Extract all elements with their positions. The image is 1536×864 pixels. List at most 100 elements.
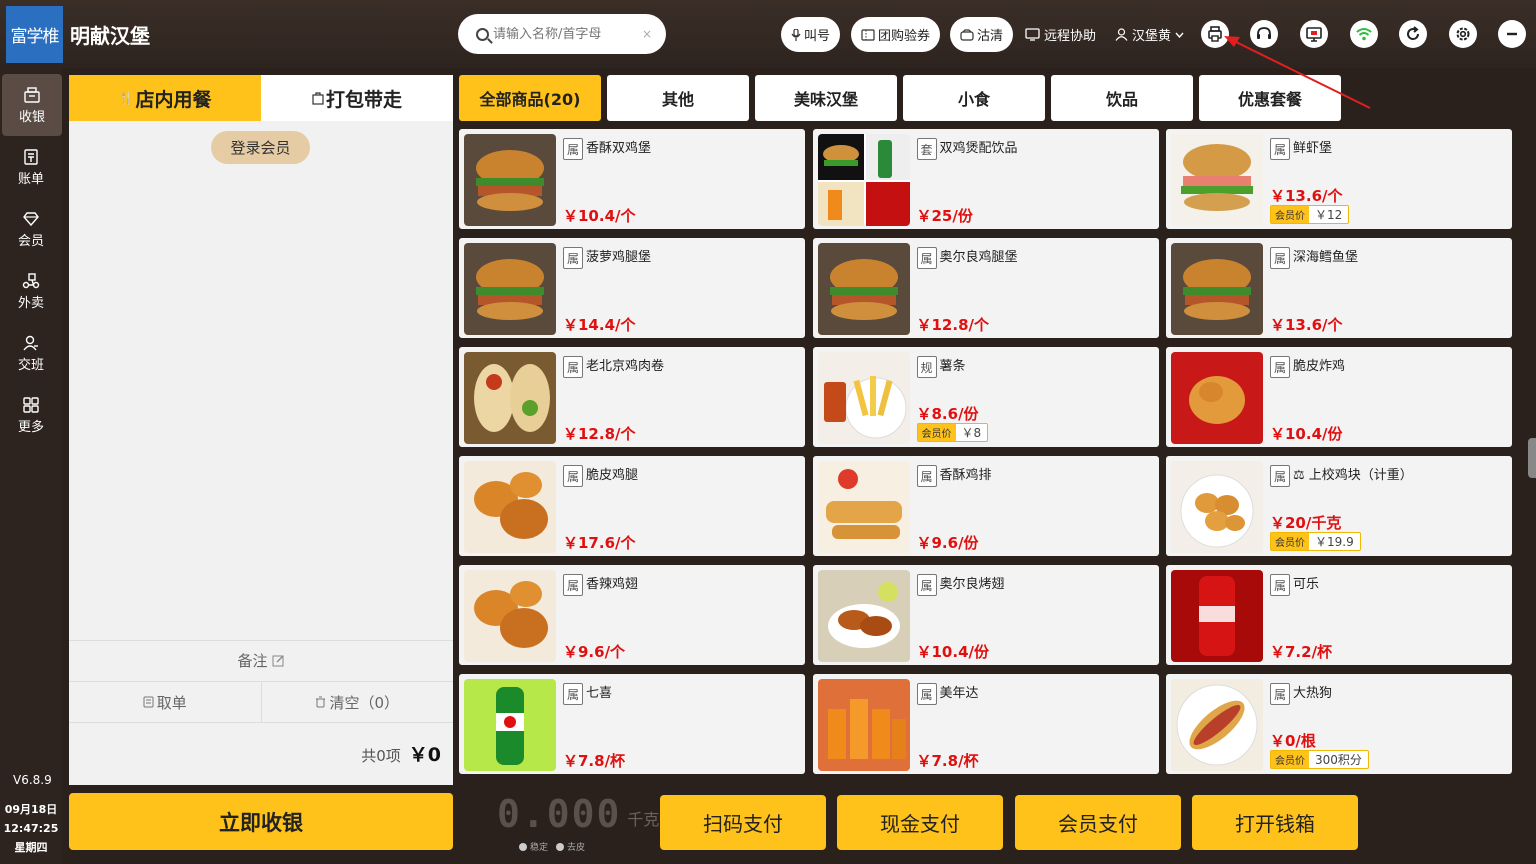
chevron-down-icon — [1175, 32, 1184, 38]
tab-dine-in-label: 店内用餐 — [135, 88, 212, 111]
customer-display-button[interactable] — [1300, 20, 1328, 48]
product-name: 老北京鸡肉卷 — [586, 359, 665, 374]
product-image — [1171, 134, 1263, 226]
user-menu[interactable]: 汉堡黄 — [1115, 25, 1184, 44]
network-status[interactable] — [1350, 20, 1378, 48]
support-button[interactable] — [1250, 20, 1278, 48]
product-card[interactable]: 属奥尔良鸡腿堡 ￥12.8/个 — [812, 238, 1159, 338]
product-card[interactable]: 属香辣鸡翅 ￥9.6/个 — [459, 565, 805, 665]
clear-stock-label: 沽清 — [977, 29, 1004, 44]
product-card[interactable]: 属可乐 ￥7.2/杯 — [1166, 565, 1512, 665]
login-member-button[interactable]: 登录会员 — [211, 131, 310, 164]
product-price: ￥12.8/个 — [563, 425, 636, 443]
product-price: ￥7.8/杯 — [916, 752, 979, 770]
member-price-badge: 会员价 ￥8 — [916, 423, 989, 442]
scale-tare-label: 去皮 — [567, 843, 586, 853]
product-price: ￥17.6/个 — [563, 534, 636, 552]
scale-unit: 千克 — [627, 810, 660, 829]
product-name: 香辣鸡翅 — [586, 577, 639, 592]
product-card[interactable]: 属深海鳕鱼堡 ￥13.6/个 — [1166, 238, 1512, 338]
settings-button[interactable] — [1449, 20, 1477, 48]
sidebar-item-label: 外卖 — [17, 295, 44, 311]
product-card[interactable]: 规薯条 ￥8.6/份 会员价 ￥8 — [812, 347, 1159, 447]
minimize-button[interactable] — [1498, 20, 1526, 48]
tab-burgers[interactable]: 美味汉堡 — [755, 75, 897, 121]
product-attribute-badge: 属 — [563, 574, 583, 596]
product-card[interactable]: 属鲜虾堡 ￥13.6/个 会员价 ￥12 — [1166, 129, 1512, 229]
trash-icon — [316, 696, 326, 708]
product-card[interactable]: 属大热狗 ￥0/根 会员价 300积分 — [1166, 674, 1512, 774]
tab-all-products[interactable]: 全部商品(20) — [459, 75, 601, 121]
tab-dine-in[interactable]: 🍴 店内用餐 — [69, 75, 261, 121]
printer-button[interactable] — [1201, 20, 1229, 48]
scale-weight: 0.000 — [497, 792, 622, 836]
scale-status: 稳定 去皮 — [519, 840, 585, 853]
refresh-icon — [1407, 26, 1420, 40]
remark-button[interactable]: 备注 — [69, 640, 453, 680]
product-price: ￥7.8/杯 — [563, 752, 626, 770]
refresh-button[interactable] — [1399, 20, 1427, 48]
remote-help-button[interactable]: 远程协助 — [1025, 25, 1096, 44]
product-attribute-badge: 套 — [916, 138, 937, 160]
product-attribute-badge: 属 — [563, 138, 583, 160]
sidebar-item-shift[interactable]: 交班 — [0, 322, 62, 384]
bill-icon — [24, 148, 38, 165]
tab-takeaway[interactable]: 打包带走 — [261, 75, 453, 121]
sidebar-item-more[interactable]: 更多 — [0, 384, 62, 446]
search-input[interactable] — [493, 26, 633, 42]
product-card[interactable]: 属香酥鸡排 ￥9.6/份 — [812, 456, 1159, 556]
voucher-icon — [861, 28, 875, 41]
take-order-button[interactable]: 取单 — [69, 682, 261, 722]
group-voucher-button[interactable]: 团购验券 — [851, 17, 941, 52]
clock-time: 12:47:25 — [3, 822, 59, 835]
open-cash-drawer-button[interactable]: 打开钱箱 — [1192, 795, 1358, 850]
product-card[interactable]: 属香酥双鸡堡 ￥10.4/个 — [459, 129, 805, 229]
order-type-tabs: 🍴 店内用餐 打包带走 — [69, 75, 453, 121]
product-attribute-badge: 属 — [563, 247, 583, 269]
tab-other[interactable]: 其他 — [607, 75, 749, 121]
product-attribute-badge: 属 — [563, 356, 583, 378]
product-image — [817, 679, 910, 771]
sidebar-item-members[interactable]: 会员 — [0, 198, 62, 260]
product-card[interactable]: 属老北京鸡肉卷 ￥12.8/个 — [459, 347, 805, 447]
scan-pay-button[interactable]: 扫码支付 — [660, 795, 826, 850]
product-card[interactable]: 属七喜 ￥7.8/杯 — [459, 674, 805, 774]
clear-stock-button[interactable]: 沽清 — [950, 17, 1014, 52]
scale-stable-label: 稳定 — [530, 843, 549, 853]
tab-snacks[interactable]: 小食 — [903, 75, 1045, 121]
product-image — [1171, 570, 1263, 662]
member-pay-button[interactable]: 会员支付 — [1015, 795, 1181, 850]
product-price: ￥13.6/个 — [1270, 187, 1343, 205]
sidebar-item-delivery[interactable]: 外卖 — [0, 260, 62, 322]
scale-stable-indicator: 稳定 — [519, 840, 548, 853]
tab-drinks[interactable]: 饮品 — [1051, 75, 1193, 121]
checkout-button[interactable]: 立即收银 — [69, 793, 453, 850]
product-image — [464, 679, 556, 771]
product-card[interactable]: 套双鸡煲配饮品 ￥25/份 — [812, 129, 1159, 229]
product-card[interactable]: 属脆皮鸡腿 ￥17.6/个 — [459, 456, 805, 556]
clear-search-icon[interactable]: × — [642, 27, 652, 41]
product-price: ￥10.4/份 — [1270, 425, 1343, 443]
clear-cart-button[interactable]: 清空（0） — [260, 682, 454, 722]
side-drawer-handle[interactable] — [1528, 438, 1536, 478]
sidebar-item-cashier[interactable]: 收银 — [2, 74, 62, 136]
product-card[interactable]: 属美年达 ￥7.8/杯 — [812, 674, 1159, 774]
product-card[interactable]: 属菠萝鸡腿堡 ￥14.4/个 — [459, 238, 805, 338]
product-card[interactable]: 属奥尔良烤翅 ￥10.4/份 — [812, 565, 1159, 665]
sidebar-item-bills[interactable]: 账单 — [0, 136, 62, 198]
member-price-badge: 会员价 ￥12 — [1270, 205, 1350, 224]
product-card[interactable]: 属脆皮炸鸡 ￥10.4/份 — [1166, 347, 1512, 447]
product-attribute-badge: 属 — [1270, 247, 1290, 269]
tab-combos[interactable]: 优惠套餐 — [1199, 75, 1341, 121]
call-number-button[interactable]: 叫号 — [781, 17, 841, 52]
dine-in-icon: 🍴 — [118, 91, 134, 105]
product-price: ￥12.8/个 — [916, 316, 990, 334]
product-card[interactable]: 属 ⚖ 上校鸡块（计重） ￥20/千克 会员价 ￥19.9 — [1166, 456, 1512, 556]
sidebar: 收银 账单 会员 外卖 交班 更多 — [0, 68, 62, 864]
search-box[interactable]: × — [458, 14, 666, 54]
member-price-label: 会员价 — [1271, 206, 1309, 223]
product-attribute-badge: 属 — [1270, 356, 1290, 378]
cash-pay-button[interactable]: 现金支付 — [837, 795, 1003, 850]
top-bar: 富学椎 明献汉堡 × 叫号 团购验券 沽清 远程协助 汉堡黄 — [0, 0, 1536, 68]
clear-cart-label: 清空（0） — [329, 693, 400, 712]
